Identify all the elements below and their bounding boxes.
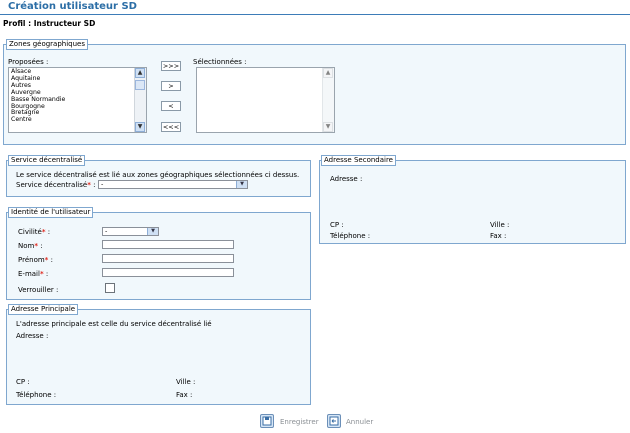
secondary-cp-label: CP : bbox=[330, 221, 344, 229]
lock-checkbox[interactable] bbox=[105, 283, 115, 293]
main-address-legend: Adresse Principale bbox=[8, 304, 79, 315]
required-mark: * bbox=[34, 242, 39, 250]
required-mark: * bbox=[39, 270, 44, 278]
main-phone-label: Téléphone : bbox=[16, 391, 57, 399]
nom-label: Nom bbox=[18, 242, 35, 250]
nom-label-row: Nom* : bbox=[18, 242, 43, 250]
required-mark: * bbox=[87, 181, 91, 189]
secondary-phone-label: Téléphone : bbox=[330, 232, 371, 240]
main-cp-label: CP : bbox=[16, 378, 30, 386]
secondary-ville-label: Ville : bbox=[490, 221, 510, 229]
chevron-down-icon[interactable]: ▼ bbox=[147, 228, 158, 235]
main-address-label: Adresse : bbox=[16, 332, 49, 340]
secondary-address-legend: Adresse Secondaire bbox=[321, 155, 396, 166]
email-field[interactable] bbox=[102, 268, 234, 277]
undo-icon bbox=[329, 416, 339, 426]
save-button[interactable]: Enregistrer bbox=[280, 418, 319, 426]
lock-label: Verrouiller : bbox=[18, 286, 59, 294]
colon: : bbox=[47, 228, 51, 236]
scroll-down-icon[interactable]: ▼ bbox=[135, 122, 145, 132]
prenom-label: Prénom bbox=[18, 256, 45, 264]
secondary-address-label: Adresse : bbox=[330, 175, 363, 183]
title-divider bbox=[0, 14, 630, 15]
prenom-label-row: Prénom* : bbox=[18, 256, 53, 264]
remove-all-button[interactable]: <<< bbox=[161, 122, 181, 132]
save-icon[interactable] bbox=[260, 414, 274, 428]
service-select[interactable]: - ▼ bbox=[98, 180, 248, 189]
required-mark: * bbox=[41, 228, 46, 236]
colon: : bbox=[93, 181, 96, 189]
proposed-scrollbar[interactable]: ▲ ▼ bbox=[134, 68, 146, 132]
required-mark: * bbox=[44, 256, 49, 264]
selected-zones-list[interactable]: ▲ ▼ bbox=[196, 67, 335, 133]
scroll-down-icon[interactable]: ▼ bbox=[323, 122, 333, 132]
main-ville-label: Ville : bbox=[176, 378, 196, 386]
main-address-note: L'adresse principale est celle du servic… bbox=[16, 320, 212, 328]
zones-legend: Zones géographiques bbox=[6, 39, 88, 50]
page-title: Création utilisateur SD bbox=[8, 1, 137, 12]
scroll-up-icon[interactable]: ▲ bbox=[323, 68, 333, 78]
proposed-label: Proposées : bbox=[8, 58, 49, 66]
colon: : bbox=[50, 256, 53, 264]
scroll-thumb[interactable] bbox=[135, 80, 145, 90]
civility-label: Civilité bbox=[18, 228, 42, 236]
nom-input[interactable] bbox=[102, 240, 234, 249]
cancel-button[interactable]: Annuler bbox=[346, 418, 373, 426]
email-label-row: E-mail* : bbox=[18, 270, 48, 278]
colon: : bbox=[40, 242, 43, 250]
remove-button[interactable]: < bbox=[161, 101, 181, 111]
main-fax-label: Fax : bbox=[176, 391, 193, 399]
secondary-fax-label: Fax : bbox=[490, 232, 507, 240]
profile-label: Profil : Instructeur SD bbox=[3, 19, 96, 28]
prenom-input[interactable] bbox=[102, 254, 234, 263]
chevron-down-icon[interactable]: ▼ bbox=[236, 181, 247, 188]
civility-select-value: - bbox=[105, 227, 108, 235]
cancel-icon[interactable] bbox=[327, 414, 341, 428]
civility-select[interactable]: - ▼ bbox=[102, 227, 159, 236]
scroll-up-icon[interactable]: ▲ bbox=[135, 68, 145, 78]
selected-label: Sélectionnées : bbox=[193, 58, 247, 66]
service-legend: Service décentralisé bbox=[8, 155, 86, 166]
service-note: Le service décentralisé est lié aux zone… bbox=[16, 171, 300, 179]
floppy-icon bbox=[262, 416, 272, 426]
colon: : bbox=[45, 270, 49, 278]
add-button[interactable]: > bbox=[161, 81, 181, 91]
civility-label-row: Civilité* : bbox=[18, 228, 50, 236]
email-label: E-mail bbox=[18, 270, 40, 278]
proposed-zones-list[interactable]: Alsace Aquitaine Autres Auvergne Basse N… bbox=[8, 67, 147, 133]
identity-legend: Identité de l'utilisateur bbox=[8, 207, 94, 218]
add-all-button[interactable]: >>> bbox=[161, 61, 181, 71]
service-label: Service décentralisé bbox=[16, 181, 88, 189]
list-item[interactable]: Centre bbox=[9, 116, 146, 124]
service-label-row: Service décentralisé* : bbox=[16, 181, 95, 189]
service-select-value: - bbox=[101, 180, 104, 188]
selected-scrollbar[interactable]: ▲ ▼ bbox=[322, 68, 334, 132]
